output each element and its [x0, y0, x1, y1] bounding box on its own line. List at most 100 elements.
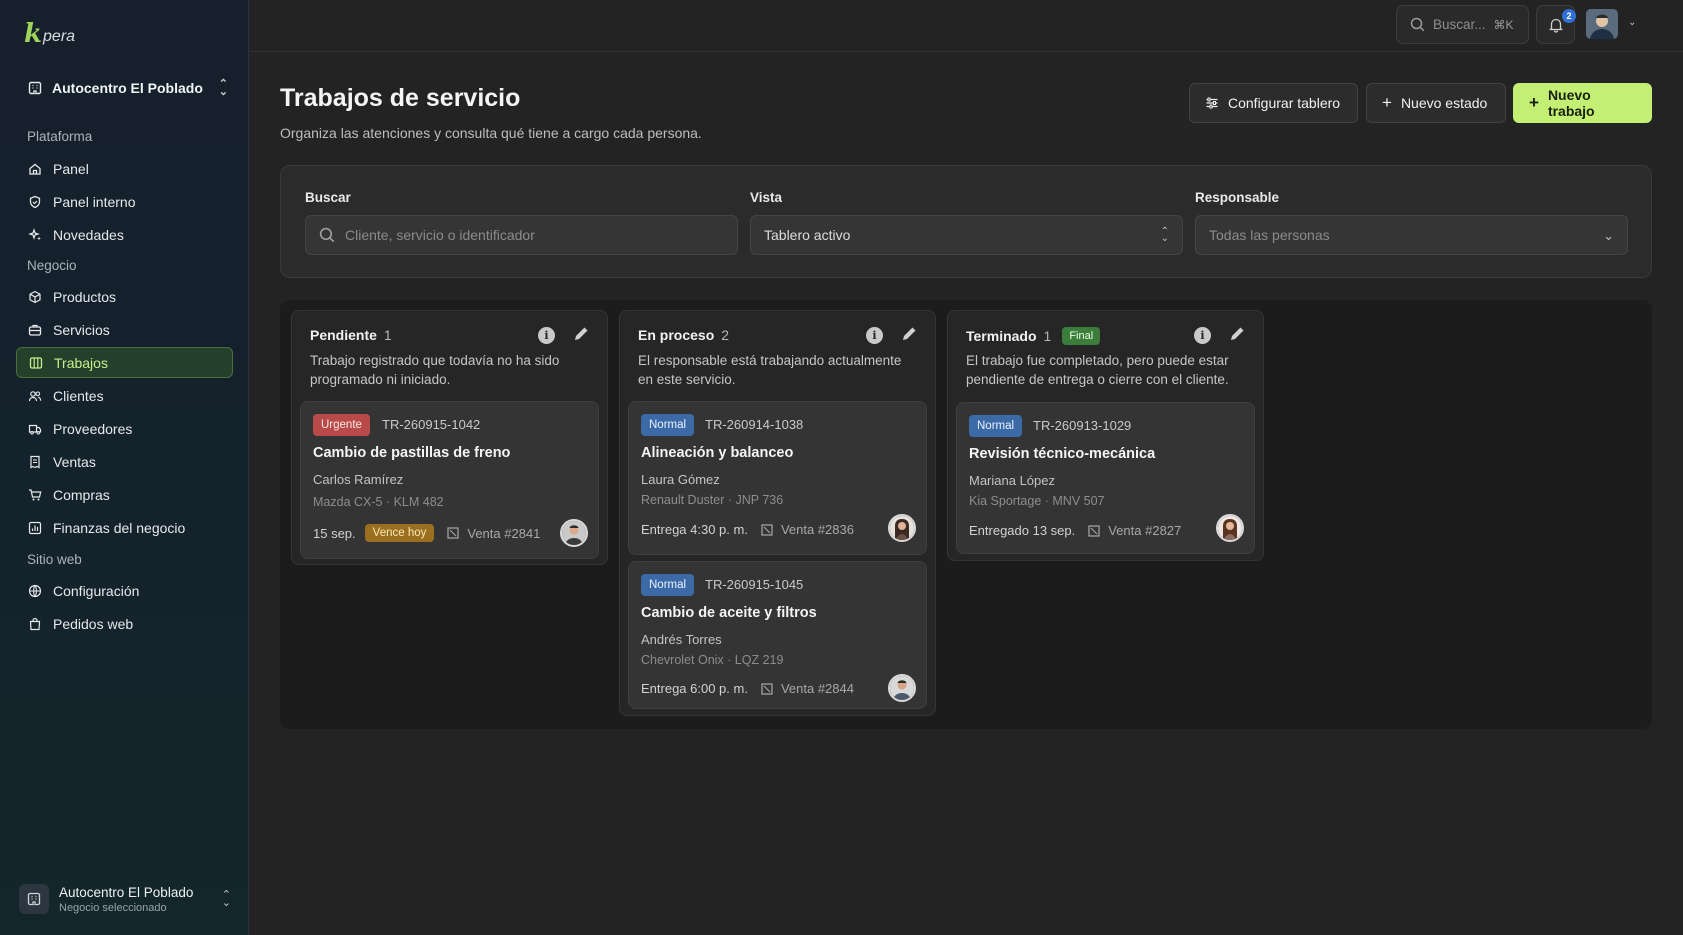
logo-mark: k: [24, 19, 43, 49]
sidebar-item-panel[interactable]: Panel: [16, 153, 233, 184]
sidebar-item-label: Clientes: [53, 387, 104, 404]
box-icon: [29, 290, 41, 303]
chevron-updown-icon: ⌃ ⌄: [221, 889, 231, 909]
receipt-icon: [30, 455, 40, 468]
column-description: El responsable está trabajando actualmen…: [638, 353, 902, 387]
column-count: 2: [721, 327, 730, 343]
topbar: Buscar... ⌘K 2 ⌄: [250, 0, 1683, 52]
pencil-icon[interactable]: [1228, 325, 1246, 343]
info-icon[interactable]: i: [538, 327, 555, 344]
assignee-avatar[interactable]: [1216, 514, 1244, 542]
sidebar-item-productos[interactable]: Productos: [16, 281, 233, 312]
job-id: TR-260915-1045: [705, 577, 804, 592]
owner-select[interactable]: Todas las personas ⌄: [1195, 215, 1628, 255]
job-client: Laura Gómez: [641, 472, 720, 487]
new-job-label: Nuevo trabajo: [1547, 87, 1595, 119]
job-vehicle: Renault Duster · JNP 736: [641, 493, 784, 507]
column-description: El trabajo fue completado, pero puede es…: [966, 353, 1229, 387]
section-label-plataforma: Plataforma: [27, 129, 93, 144]
sidebar-item-label: Proveedores: [53, 420, 133, 437]
home-icon: [29, 163, 41, 175]
job-card[interactable]: Normal TR-260915-1045 Cambio de aceite y…: [628, 561, 927, 709]
sale-link[interactable]: Venta #2841: [447, 526, 540, 541]
chevron-down-icon: ⌄: [1603, 227, 1614, 243]
sliders-icon: [1206, 97, 1218, 109]
sidebar-item-label: Pedidos web: [53, 615, 134, 632]
job-client: Andrés Torres: [641, 632, 722, 647]
business-switcher[interactable]: Autocentro El Poblado ⌃ ⌄: [28, 76, 228, 100]
sidebar-item-pedidos-web[interactable]: Pedidos web: [16, 608, 233, 639]
sidebar-item-ventas[interactable]: Ventas: [16, 446, 233, 477]
job-date: Entregado 13 sep.: [969, 523, 1076, 538]
sale-link[interactable]: Venta #2827: [1088, 523, 1181, 538]
job-title: Revisión técnico-mecánica: [969, 446, 1156, 462]
briefcase-icon: [28, 324, 42, 336]
new-state-label: Nuevo estado: [1400, 95, 1488, 111]
global-search-placeholder: Buscar...: [1433, 17, 1486, 32]
job-client: Mariana López: [969, 473, 1055, 488]
due-badge: Vence hoy: [364, 524, 435, 542]
business-name: Autocentro El Poblado: [52, 80, 203, 96]
sale-reference: Venta #2841: [467, 525, 541, 541]
search-label: Buscar: [305, 190, 351, 205]
sidebar-item-trabajos[interactable]: Trabajos: [16, 347, 233, 378]
sidebar-item-compras[interactable]: Compras: [16, 479, 233, 510]
logo-text: pera: [43, 28, 76, 45]
bell-icon: [1548, 18, 1563, 33]
column-description: Trabajo registrado que todavía no ha sid…: [310, 353, 560, 387]
notifications-button[interactable]: 2: [1536, 5, 1576, 44]
job-card[interactable]: Normal TR-260914-1038 Alineación y balan…: [628, 401, 927, 555]
info-icon[interactable]: i: [1194, 327, 1211, 344]
view-select[interactable]: Tablero activo ⌃ ⌄: [750, 215, 1183, 255]
sidebar-item-finanzas[interactable]: Finanzas del negocio: [16, 512, 233, 543]
sale-link[interactable]: Venta #2844: [761, 681, 854, 696]
new-job-button[interactable]: + Nuevo trabajo: [1513, 83, 1652, 123]
info-icon[interactable]: i: [866, 327, 883, 344]
notifications-badge: 2: [1562, 9, 1576, 23]
sidebar-item-configuracion[interactable]: Configuración: [16, 575, 233, 606]
app-logo[interactable]: k pera: [24, 18, 75, 50]
configure-board-button[interactable]: Configurar tablero: [1189, 83, 1358, 123]
search-input[interactable]: Cliente, servicio o identificador: [305, 215, 738, 255]
job-card[interactable]: Urgente TR-260915-1042 Cambio de pastill…: [300, 401, 599, 559]
new-state-button[interactable]: + Nuevo estado: [1366, 83, 1506, 123]
final-badge: Final: [1062, 327, 1101, 345]
chart-icon: [28, 521, 42, 534]
job-footer: 15 sep. Vence hoy Venta #2841: [313, 524, 540, 542]
assignee-avatar[interactable]: [888, 674, 916, 702]
column-title: Terminado: [966, 328, 1037, 344]
job-title: Cambio de pastillas de freno: [313, 445, 511, 461]
job-client: Carlos Ramírez: [313, 472, 404, 487]
assignee-avatar[interactable]: [888, 514, 916, 542]
footer-business-name: Autocentro El Poblado: [59, 884, 194, 900]
column-en-proceso: En proceso 2 i El responsable está traba…: [619, 310, 936, 716]
job-vehicle: Mazda CX-5 · KLM 482: [313, 495, 444, 509]
chevron-updown-icon: ⌃ ⌄: [1160, 226, 1169, 244]
global-search[interactable]: Buscar... ⌘K: [1396, 5, 1529, 44]
job-vehicle: Kia Sportage · MNV 507: [969, 494, 1105, 508]
assignee-avatar[interactable]: [560, 519, 588, 547]
priority-tag: Normal: [641, 414, 695, 436]
job-footer: Entregado 13 sep. Venta #2827: [969, 523, 1181, 538]
search-shortcut: ⌘K: [1493, 17, 1514, 32]
job-footer: Entrega 4:30 p. m. Venta #2836: [641, 522, 854, 537]
job-card[interactable]: Normal TR-260913-1029 Revisión técnico-m…: [956, 402, 1255, 554]
pencil-icon[interactable]: [900, 325, 918, 343]
sale-link[interactable]: Venta #2836: [761, 522, 854, 537]
sidebar-item-novedades[interactable]: Novedades: [16, 219, 233, 250]
sidebar-item-servicios[interactable]: Servicios: [16, 314, 233, 345]
footer-business-subtitle: Negocio seleccionado: [59, 901, 167, 914]
sidebar-item-proveedores[interactable]: Proveedores: [16, 413, 233, 444]
pencil-icon[interactable]: [572, 325, 590, 343]
job-id: TR-260914-1038: [705, 417, 804, 432]
business-selector-footer[interactable]: Autocentro El Poblado Negocio selecciona…: [19, 879, 231, 919]
column-count: 1: [1043, 328, 1052, 344]
user-avatar[interactable]: [1586, 9, 1618, 39]
sidebar-item-panel-interno[interactable]: Panel interno: [16, 186, 233, 217]
sidebar-item-label: Finanzas del negocio: [53, 519, 186, 536]
sidebar-item-clientes[interactable]: Clientes: [16, 380, 233, 411]
board-icon: [29, 356, 43, 369]
job-vehicle: Chevrolet Onix · LQZ 219: [641, 653, 784, 667]
plus-icon: +: [1382, 93, 1392, 112]
chevron-down-icon[interactable]: ⌄: [1628, 17, 1636, 28]
